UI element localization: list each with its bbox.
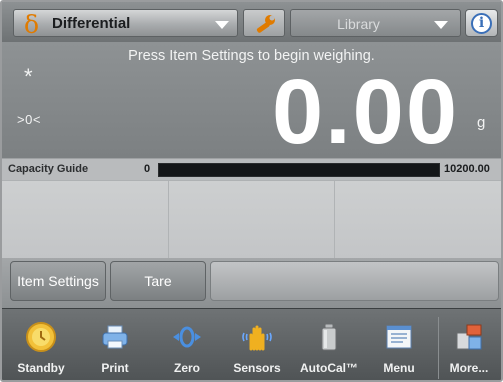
capacity-guide: Capacity Guide 0 10200.00 <box>2 158 501 180</box>
tare-button[interactable]: Tare <box>110 261 206 301</box>
balance-screen: δ Differential Library i Press Item Sett… <box>0 0 503 382</box>
sensors-label: Sensors <box>233 361 281 375</box>
zero-label: Zero <box>173 361 200 375</box>
action-bar: Item Settings Tare <box>2 258 501 308</box>
menu-label: Menu <box>383 361 415 375</box>
calibration-weight-icon <box>321 323 337 351</box>
library-label: Library <box>337 16 380 32</box>
info-icon: i <box>471 13 492 34</box>
data-field-1 <box>2 181 169 258</box>
zero-button[interactable]: Zero <box>154 309 220 380</box>
application-settings-button[interactable] <box>243 9 285 37</box>
autocal-label: AutoCal™ <box>300 361 358 375</box>
menu-button[interactable]: Menu <box>366 309 432 380</box>
capacity-max: 10200.00 <box>444 163 490 175</box>
chevron-down-icon <box>215 21 229 29</box>
weighing-display: Press Item Settings to begin weighing. *… <box>2 42 501 162</box>
top-bar: δ Differential Library i <box>2 2 501 42</box>
autocal-button[interactable]: AutoCal™ <box>296 309 362 380</box>
printer-icon <box>102 325 128 349</box>
chevron-down-icon <box>434 21 448 29</box>
library-selector[interactable]: Library <box>290 9 461 37</box>
standby-button[interactable]: Standby <box>8 309 74 380</box>
data-fields <box>2 180 501 258</box>
action-bar-spacer <box>210 261 499 301</box>
print-label: Print <box>101 361 129 375</box>
weight-unit[interactable]: g <box>477 114 485 131</box>
more-button[interactable]: More... <box>436 309 501 380</box>
print-button[interactable]: Print <box>82 309 148 380</box>
menu-icon <box>386 325 412 349</box>
standby-label: Standby <box>17 361 65 375</box>
delta-icon: δ <box>24 10 40 39</box>
info-button[interactable]: i <box>465 9 498 37</box>
weight-readout: 0.00 <box>271 61 459 163</box>
zero-icon <box>173 326 201 348</box>
wrench-icon <box>256 15 275 33</box>
data-field-3 <box>335 181 501 258</box>
data-field-2 <box>168 181 336 258</box>
standby-icon <box>26 322 56 352</box>
capacity-min: 0 <box>144 163 151 175</box>
capacity-bar-fill <box>159 164 439 176</box>
capacity-guide-label: Capacity Guide <box>8 163 89 175</box>
sensors-button[interactable]: Sensors <box>224 309 290 380</box>
application-name: Differential <box>52 15 131 32</box>
item-settings-button[interactable]: Item Settings <box>10 261 106 301</box>
center-of-zero-indicator: >0< <box>17 112 41 127</box>
more-icon <box>456 324 482 350</box>
application-selector[interactable]: δ Differential <box>13 9 238 39</box>
bottom-toolbar: Standby Print Zero Sensors AutoCal™ Menu… <box>2 308 501 380</box>
capacity-bar <box>158 163 440 177</box>
more-label: More... <box>449 361 489 375</box>
sensors-hand-icon <box>242 325 272 351</box>
stability-indicator: * <box>24 64 33 89</box>
